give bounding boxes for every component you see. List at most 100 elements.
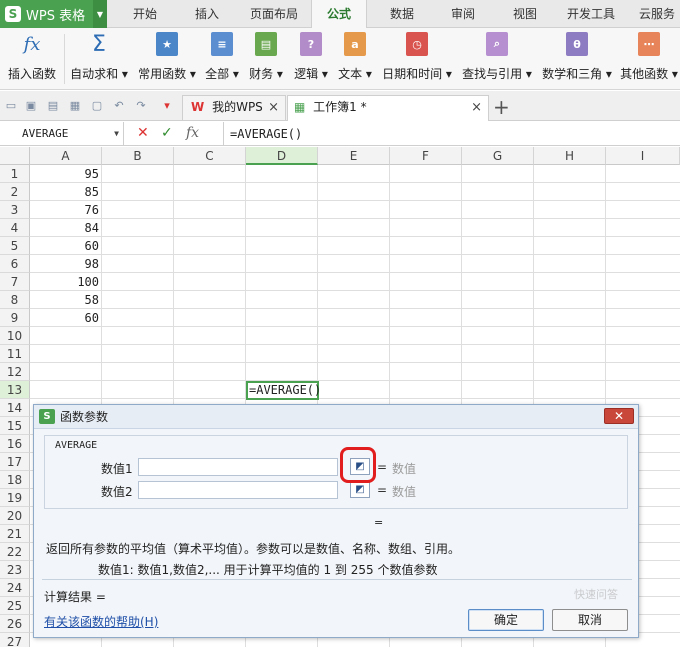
column-header-h[interactable]: H	[534, 147, 606, 165]
cell-a6[interactable]: 98	[30, 255, 102, 273]
save-icon[interactable]: ▣	[24, 99, 38, 113]
row-header-23[interactable]: 23	[0, 561, 30, 579]
math-button[interactable]: θ 数学和三角 ▾	[540, 32, 614, 86]
cell-a2[interactable]: 85	[30, 183, 102, 201]
text-button[interactable]: a 文本 ▾	[334, 32, 376, 86]
cancel-formula-icon[interactable]: ✕	[137, 125, 149, 141]
cell-a8[interactable]: 58	[30, 291, 102, 309]
row-header-9[interactable]: 9	[0, 309, 30, 327]
customize-toolbar-icon[interactable]: ▾	[160, 99, 174, 113]
tab-cloud[interactable]: 云服务	[632, 0, 680, 28]
row-header-25[interactable]: 25	[0, 597, 30, 615]
tab-formulas[interactable]: 公式	[311, 0, 367, 29]
column-header-d[interactable]: D	[246, 147, 318, 165]
column-header-e[interactable]: E	[318, 147, 390, 165]
calculation-result: 计算结果 =	[44, 590, 106, 604]
chevron-down-icon[interactable]: ▼	[114, 122, 119, 146]
param1-input[interactable]	[138, 458, 338, 476]
open-folder-icon[interactable]: ▭	[4, 99, 18, 113]
row-header-6[interactable]: 6	[0, 255, 30, 273]
logic-button[interactable]: ? 逻辑 ▾	[290, 32, 332, 86]
formula-input[interactable]: =AVERAGE()	[223, 122, 680, 146]
tab-page-layout[interactable]: 页面布局	[244, 0, 304, 28]
row-header-8[interactable]: 8	[0, 291, 30, 309]
param2-input[interactable]	[138, 481, 338, 499]
row-header-20[interactable]: 20	[0, 507, 30, 525]
tab-workbook[interactable]: ▦ 工作簿1 * ×	[287, 95, 489, 121]
autosum-button[interactable]: Σ 自动求和 ▾	[68, 32, 130, 86]
row-header-13[interactable]: 13	[0, 381, 30, 399]
cell-a4[interactable]: 84	[30, 219, 102, 237]
column-header-c[interactable]: C	[174, 147, 246, 165]
row-header-5[interactable]: 5	[0, 237, 30, 255]
datetime-button[interactable]: ◷ 日期和时间 ▾	[380, 32, 454, 86]
column-header-g[interactable]: G	[462, 147, 534, 165]
tab-home[interactable]: 开始	[118, 0, 172, 28]
cell-a7[interactable]: 100	[30, 273, 102, 291]
row-header-10[interactable]: 10	[0, 327, 30, 345]
row-header-16[interactable]: 16	[0, 435, 30, 453]
cell-d13[interactable]: =AVERAGE()	[249, 381, 349, 399]
all-functions-button[interactable]: ≡ 全部 ▾	[202, 32, 242, 86]
row-header-24[interactable]: 24	[0, 579, 30, 597]
row-header-26[interactable]: 26	[0, 615, 30, 633]
row-header-2[interactable]: 2	[0, 183, 30, 201]
function-help-link[interactable]: 有关该函数的帮助(H)	[44, 613, 158, 630]
lookup-button[interactable]: ⌕ 查找与引用 ▾	[460, 32, 534, 86]
other-functions-button[interactable]: ⋯ 其他函数 ▾	[620, 32, 678, 86]
row-header-17[interactable]: 17	[0, 453, 30, 471]
confirm-formula-icon[interactable]: ✓	[161, 125, 173, 141]
row-header-22[interactable]: 22	[0, 543, 30, 561]
row-header-15[interactable]: 15	[0, 417, 30, 435]
ok-button[interactable]: 确定	[468, 609, 544, 631]
row-header-4[interactable]: 4	[0, 219, 30, 237]
row-header-27[interactable]: 27	[0, 633, 30, 647]
dialog-title-bar[interactable]: S 函数参数 ✕	[34, 405, 638, 429]
lookup-label: 查找与引用 ▾	[462, 67, 532, 81]
close-icon[interactable]: ×	[268, 96, 279, 119]
cell-a3[interactable]: 76	[30, 201, 102, 219]
close-icon[interactable]: ×	[471, 96, 482, 119]
tab-my-wps[interactable]: W 我的WPS ×	[182, 95, 286, 120]
tab-developer[interactable]: 开发工具	[561, 0, 621, 28]
export-pdf-icon[interactable]: ▢	[90, 99, 104, 113]
cell-a9[interactable]: 60	[30, 309, 102, 327]
tab-review[interactable]: 审阅	[438, 0, 488, 28]
tab-data[interactable]: 数据	[378, 0, 426, 28]
tab-view[interactable]: 视图	[500, 0, 550, 28]
select-all-corner[interactable]	[0, 147, 30, 165]
column-header-i[interactable]: I	[606, 147, 680, 165]
column-header-b[interactable]: B	[102, 147, 174, 165]
row-header-18[interactable]: 18	[0, 471, 30, 489]
row-header-11[interactable]: 11	[0, 345, 30, 363]
column-header-a[interactable]: A	[30, 147, 102, 165]
print-icon[interactable]: ▦	[68, 99, 82, 113]
wps-logo-menu[interactable]: S WPS 表格 ▼	[0, 0, 107, 28]
name-box-value: AVERAGE	[22, 127, 69, 140]
new-tab-plus-icon[interactable]: +	[493, 95, 510, 119]
row-header-14[interactable]: 14	[0, 399, 30, 417]
fx-icon[interactable]: fx	[186, 125, 199, 141]
column-header-f[interactable]: F	[390, 147, 462, 165]
finance-button[interactable]: ▤ 财务 ▾	[246, 32, 286, 86]
cancel-button[interactable]: 取消	[552, 609, 628, 631]
redo-icon[interactable]: ↷	[134, 99, 148, 113]
chevron-down-icon[interactable]: ▼	[93, 0, 107, 28]
common-functions-button[interactable]: ★ 常用函数 ▾	[136, 32, 198, 86]
tab-insert[interactable]: 插入	[182, 0, 232, 28]
cell-a5[interactable]: 60	[30, 237, 102, 255]
row-header-21[interactable]: 21	[0, 525, 30, 543]
row-header-12[interactable]: 12	[0, 363, 30, 381]
row-header-3[interactable]: 3	[0, 201, 30, 219]
close-icon[interactable]: ✕	[604, 408, 634, 424]
row-header-19[interactable]: 19	[0, 489, 30, 507]
name-box[interactable]: AVERAGE ▼	[0, 122, 124, 146]
ribbon-formulas: fx 插入函数 Σ 自动求和 ▾ ★ 常用函数 ▾ ≡ 全部 ▾ ▤ 财务 ▾ …	[0, 28, 680, 90]
row-header-7[interactable]: 7	[0, 273, 30, 291]
param2-ref-picker-icon[interactable]: ◩	[350, 481, 370, 498]
insert-function-button[interactable]: fx 插入函数	[4, 32, 60, 86]
undo-icon[interactable]: ↶	[112, 99, 126, 113]
print-preview-icon[interactable]: ▤	[46, 99, 60, 113]
cell-a1[interactable]: 95	[30, 165, 102, 183]
row-header-1[interactable]: 1	[0, 165, 30, 183]
